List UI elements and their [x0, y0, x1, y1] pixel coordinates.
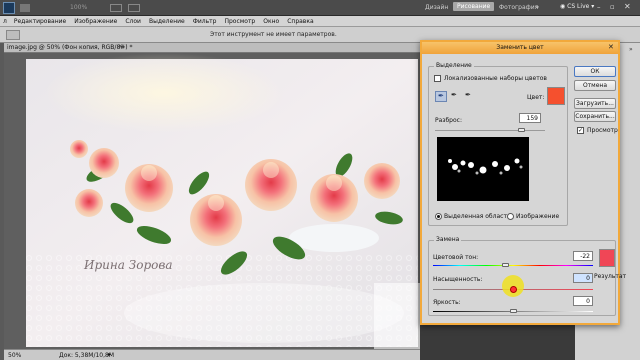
menu-window[interactable]: Окно: [259, 16, 283, 27]
menu-help[interactable]: Справка: [283, 16, 317, 27]
localized-label: Локализованные наборы цветов: [444, 75, 547, 82]
options-hint: Этот инструмент не имеет параметров.: [210, 31, 337, 38]
workspace-tab-painting[interactable]: Рисование: [453, 2, 495, 11]
menu-image[interactable]: Изображение: [70, 16, 121, 27]
status-arrow-icon[interactable]: ▸: [108, 351, 111, 358]
save-button[interactable]: Сохранить...: [574, 111, 616, 122]
photo-artwork: [4, 53, 420, 349]
status-zoom[interactable]: 50%: [8, 352, 21, 359]
selection-legend: Выделение: [434, 62, 474, 69]
replace-color-dialog: Заменить цвет ✕ Выделение Локализованные…: [420, 40, 626, 325]
app-title-bar: 100% Дизайн Рисование Фотография » ◉ CS …: [0, 0, 640, 16]
replacement-group: Замена Цветовой тон: -22 Насыщенность: 0…: [428, 236, 626, 316]
screen-mode-icon[interactable]: [128, 4, 140, 12]
lightness-input[interactable]: 0: [573, 296, 593, 306]
saturation-slider-thumb[interactable]: [509, 286, 517, 293]
eyedropper-icon: ✒: [438, 92, 444, 100]
status-bar: 50% Док: 5,38М/10,8М ▸: [4, 349, 420, 360]
hue-label: Цветовой тон:: [433, 254, 479, 261]
minimize-button[interactable]: –: [597, 3, 601, 11]
status-doc-size: Док: 5,38М/10,8М: [59, 352, 115, 359]
ok-button[interactable]: ОК: [574, 66, 616, 77]
zoom-level[interactable]: 100%: [70, 4, 87, 11]
dialog-title-bar: Заменить цвет ✕: [422, 42, 618, 54]
fuzziness-slider-thumb[interactable]: [518, 128, 526, 132]
cancel-button[interactable]: Отмена: [574, 80, 616, 91]
load-button[interactable]: Загрузить...: [574, 98, 616, 109]
fuzziness-input[interactable]: 159: [519, 113, 541, 123]
lightness-label: Яркость:: [433, 299, 461, 306]
document-close-icon[interactable]: ×: [118, 43, 123, 50]
preview-checkbox[interactable]: ✓: [577, 127, 584, 134]
workspace-tab-photo[interactable]: Фотография: [499, 4, 538, 11]
arrange-icon[interactable]: [110, 4, 122, 12]
menu-select[interactable]: Выделение: [145, 16, 189, 27]
fuzziness-slider-track[interactable]: [435, 130, 545, 131]
eyedropper-plus-button[interactable]: ✒: [451, 91, 463, 102]
picked-color-swatch[interactable]: [547, 87, 565, 105]
document-tab[interactable]: image.jpg @ 50% (Фон копия, RGB/8#) * ×: [4, 43, 420, 53]
close-window-button[interactable]: ✕: [624, 2, 631, 11]
ps-logo: [3, 2, 15, 14]
menu-edit[interactable]: Редактирование: [10, 16, 70, 27]
eyedropper-minus-button[interactable]: ✒: [465, 91, 477, 102]
menu-layers[interactable]: Слои: [121, 16, 145, 27]
radio-image[interactable]: [507, 213, 514, 220]
workspace-chevron-icon[interactable]: »: [535, 3, 539, 11]
document-canvas[interactable]: Ирина Зорова: [4, 53, 420, 349]
photo-signature: Ирина Зорова: [84, 258, 173, 272]
color-label: Цвет:: [527, 94, 545, 101]
tool-preset-icon[interactable]: [6, 30, 20, 40]
localized-checkbox[interactable]: [434, 75, 441, 82]
radio-selection[interactable]: [435, 213, 442, 220]
saturation-input[interactable]: 0: [573, 273, 593, 283]
menu-filter[interactable]: Фильтр: [189, 16, 221, 27]
result-label: Результат: [594, 273, 627, 280]
panel-collapse-icon[interactable]: »: [629, 46, 633, 53]
hue-slider-thumb[interactable]: [501, 263, 509, 267]
radio-image-label: Изображение: [516, 213, 560, 220]
lightness-slider-thumb[interactable]: [509, 309, 517, 313]
dialog-title: Заменить цвет: [496, 44, 544, 51]
maximize-button[interactable]: ▫: [610, 3, 615, 11]
result-color-swatch: [599, 249, 615, 267]
workspace-tab-design[interactable]: Дизайн: [425, 4, 448, 11]
dialog-close-icon[interactable]: ✕: [608, 43, 614, 51]
menu-file[interactable]: л: [0, 16, 10, 27]
selection-group: Выделение Локализованные наборы цветов ✒…: [428, 62, 568, 226]
radio-selection-label: Выделенная область: [444, 213, 511, 220]
eyedropper-minus-icon: ✒: [465, 91, 471, 99]
selection-mask-image: [448, 158, 523, 175]
replacement-legend: Замена: [434, 236, 462, 243]
document-tab-title: image.jpg @ 50% (Фон копия, RGB/8#) *: [7, 44, 133, 51]
fuzziness-label: Разброс:: [435, 117, 462, 124]
cs-live-button[interactable]: ◉ CS Live ▾: [560, 3, 594, 10]
menu-bar: л Редактирование Изображение Слои Выделение Ф…: [0, 16, 640, 27]
hue-input[interactable]: -22: [573, 251, 593, 261]
selection-preview: [437, 137, 529, 201]
saturation-label: Насыщенность:: [433, 276, 483, 283]
hue-slider-track[interactable]: [433, 265, 593, 266]
eyedropper-plus-icon: ✒: [451, 91, 457, 99]
eyedropper-tool-button[interactable]: ✒: [435, 91, 447, 102]
mini-bridge-icon[interactable]: [20, 4, 30, 12]
preview-label: Просмотр: [587, 127, 618, 134]
menu-view[interactable]: Просмотр: [220, 16, 259, 27]
